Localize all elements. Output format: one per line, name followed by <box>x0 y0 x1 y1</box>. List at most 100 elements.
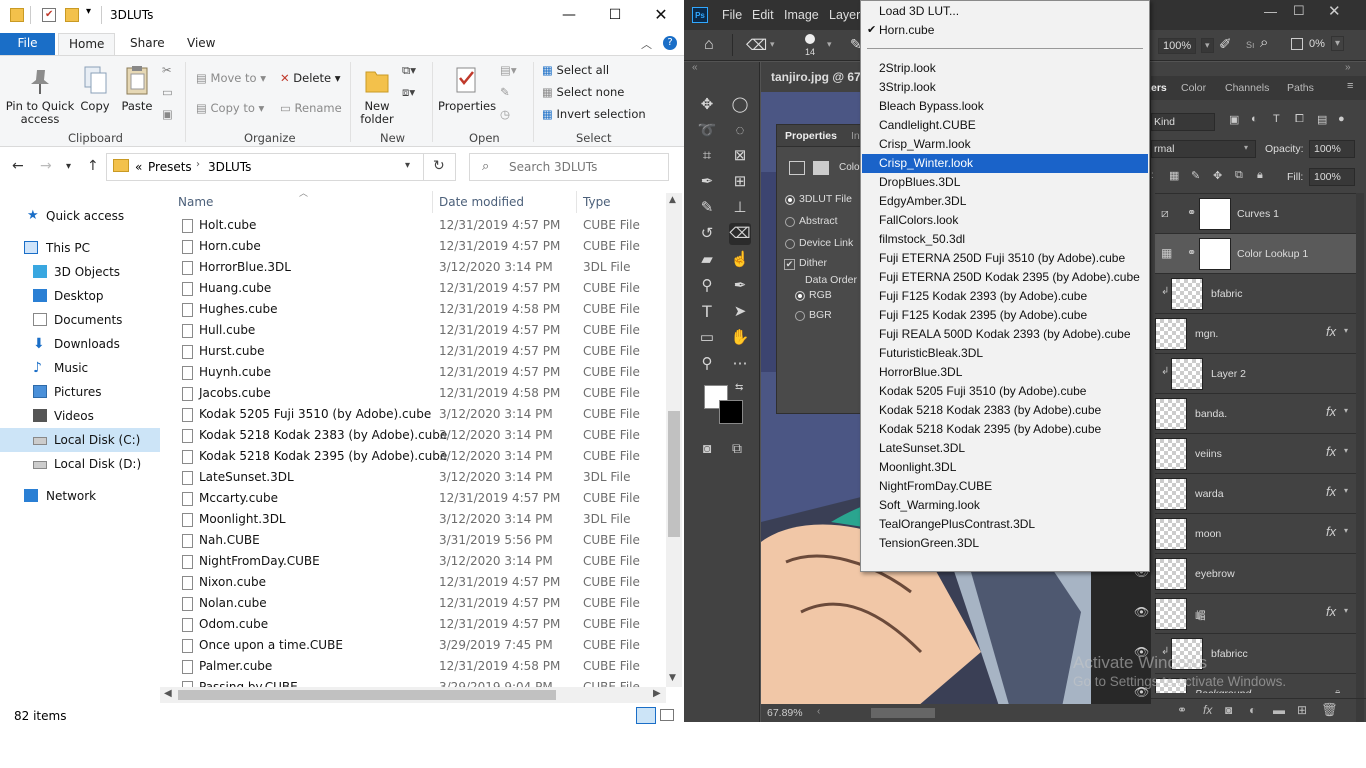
breadcrumb-presets[interactable]: Presets <box>148 160 192 174</box>
add-style-icon[interactable]: fx <box>1203 703 1212 717</box>
lasso-tool-icon[interactable]: ➰ <box>696 120 718 142</box>
new-group-icon[interactable]: ▬ <box>1273 703 1285 717</box>
qat-dropdown-icon[interactable]: ▾ <box>86 6 91 17</box>
search-input[interactable]: Search 3DLUTs <box>509 160 597 174</box>
layer-row[interactable]: ⧄ ⚭ Curves 1 <box>1155 193 1360 233</box>
lock-position-icon[interactable]: ✥ <box>1213 169 1222 182</box>
file-row[interactable]: Huynh.cube 12/31/2019 4:57 PM CUBE File <box>170 362 660 383</box>
filter-shape-icon[interactable]: ⧠ <box>1295 113 1304 126</box>
lut-menu-item[interactable]: Moonlight.3DL <box>862 458 1148 477</box>
ps-search-icon[interactable]: ⌕ <box>1260 34 1268 51</box>
quick-mask-icon[interactable]: ◙ <box>703 440 711 456</box>
breadcrumb-3dluts[interactable]: 3DLUTs <box>208 160 251 174</box>
file-row[interactable]: LateSunset.3DL 3/12/2020 3:14 PM 3DL File <box>170 467 660 488</box>
properties-icon[interactable]: ✔ <box>42 8 56 22</box>
scroll-right-icon[interactable]: ▶ <box>653 688 661 699</box>
lut-menu-item[interactable]: Fuji ETERNA 250D Fuji 3510 (by Adobe).cu… <box>862 249 1148 268</box>
expand-effects-icon[interactable]: ▾ <box>1344 406 1348 415</box>
canvas-h-scroll-thumb[interactable] <box>871 708 935 718</box>
file-row[interactable]: Once upon a time.CUBE 3/29/2019 7:45 PM CU… <box>170 635 660 656</box>
blend-mode-select[interactable]: rmal ▾ <box>1151 140 1256 158</box>
nav-local-disk-c[interactable]: Local Disk (C:) <box>0 428 160 452</box>
mask-icon[interactable] <box>813 161 829 175</box>
lut-menu-item[interactable]: Fuji F125 Kodak 2393 (by Adobe).cube <box>862 287 1148 306</box>
scroll-down-icon[interactable]: ▼ <box>669 673 676 683</box>
brush-dropdown-icon[interactable]: ▾ <box>827 39 832 50</box>
ps-close-button[interactable]: ✕ <box>1328 2 1341 20</box>
screen-mode-icon[interactable]: ⧉ <box>732 440 742 457</box>
history-brush-tool-icon[interactable]: ↺ <box>696 223 718 245</box>
select-none-button[interactable]: ▦ Select none <box>542 85 624 99</box>
radio-3dlut-file[interactable] <box>785 195 795 205</box>
radio-abstract[interactable] <box>785 217 795 227</box>
rectangle-tool-icon[interactable]: ▭ <box>696 327 718 349</box>
properties-tab[interactable]: Properties <box>785 130 837 142</box>
pen-tool-icon[interactable]: ✒ <box>729 275 751 297</box>
column-header-name[interactable]: Name <box>178 195 213 209</box>
tab-home[interactable]: Home <box>58 33 116 55</box>
up-button[interactable]: ↑ <box>87 158 99 174</box>
eraser-tool-icon[interactable]: ⌫ <box>746 36 767 54</box>
nav-videos[interactable]: Videos <box>0 404 160 428</box>
layer-thumbnail[interactable] <box>1155 478 1187 510</box>
layer-thumbnail[interactable] <box>1171 358 1203 390</box>
expand-effects-icon[interactable]: ▾ <box>1344 606 1348 615</box>
file-row[interactable]: NightFromDay.CUBE 3/12/2020 3:14 PM CUBE F… <box>170 551 660 572</box>
filter-smart-object-icon[interactable]: ▤ <box>1317 113 1327 126</box>
filter-adjustment-icon[interactable]: ◐ <box>1251 113 1258 125</box>
file-row[interactable]: Huang.cube 12/31/2019 4:57 PM CUBE File <box>170 278 660 299</box>
type-tool-icon[interactable]: T <box>696 301 718 323</box>
filter-kind-select[interactable]: Kind <box>1151 113 1215 131</box>
copy-to-button[interactable]: ▤ Copy to ▾ <box>196 101 264 115</box>
layer-thumbnail[interactable] <box>1155 438 1187 470</box>
tab-file[interactable]: File <box>0 33 55 55</box>
lut-menu-item[interactable]: Kodak 5218 Kodak 2383 (by Adobe).cube <box>862 401 1148 420</box>
fx-icon[interactable]: fx <box>1326 484 1336 499</box>
add-mask-icon[interactable]: ◙ <box>1225 703 1232 717</box>
nav-music[interactable]: ♪ Music <box>0 356 160 380</box>
layer-row[interactable]: ▦ ⚭ Color Lookup 1 <box>1155 233 1360 273</box>
layer-mask-thumbnail[interactable] <box>1199 238 1231 270</box>
fx-icon[interactable]: fx <box>1326 404 1336 419</box>
radio-rgb[interactable] <box>795 291 805 301</box>
frame-tool-icon[interactable]: ⊠ <box>729 145 751 167</box>
new-folder-icon[interactable] <box>65 8 79 22</box>
layer-row[interactable]: moon fx ▾ <box>1155 513 1360 553</box>
copy-path-icon[interactable]: ▭ <box>162 85 173 99</box>
lut-menu-item[interactable]: FuturisticBleak.3DL <box>862 344 1148 363</box>
layer-row[interactable]: mgn. fx ▾ <box>1155 313 1360 353</box>
ps-maximize-button[interactable]: ☐ <box>1293 3 1305 19</box>
more-tools-icon[interactable]: ⋯ <box>729 353 751 375</box>
scroll-up-icon[interactable]: ▲ <box>669 195 676 205</box>
smudge-tool-icon[interactable]: ☝ <box>729 249 751 271</box>
history-icon[interactable]: ◷ <box>500 107 510 121</box>
expand-effects-icon[interactable]: ▾ <box>1344 486 1348 495</box>
file-row[interactable]: Kodak 5205 Fuji 3510 (by Adobe).cube 3/12… <box>170 404 660 425</box>
file-row[interactable]: Jacobs.cube 12/31/2019 4:58 PM CUBE File <box>170 383 660 404</box>
collapse-ribbon-icon[interactable]: ︿ <box>641 36 652 52</box>
radio-bgr[interactable] <box>795 311 805 321</box>
file-row[interactable]: Nolan.cube 12/31/2019 4:57 PM CUBE File <box>170 593 660 614</box>
nav-this-pc[interactable]: This PC <box>0 236 160 260</box>
paste-shortcut-icon[interactable]: ▣ <box>162 107 173 121</box>
zoom-dropdown-icon[interactable]: ▾ <box>1201 38 1214 53</box>
maximize-button[interactable]: ☐ <box>592 0 638 31</box>
layer-thumbnail[interactable] <box>1155 558 1187 590</box>
copy-button[interactable]: Copy <box>78 64 112 113</box>
nav-desktop[interactable]: Desktop <box>0 284 160 308</box>
tab-color[interactable]: Color <box>1181 82 1206 94</box>
background-color-swatch[interactable] <box>719 400 743 424</box>
brush-preview-icon[interactable] <box>805 34 815 44</box>
fill-field[interactable]: 100% <box>1309 168 1355 186</box>
file-row[interactable]: HorrorBlue.3DL 3/12/2020 3:14 PM 3DL File <box>170 257 660 278</box>
new-folder-button[interactable]: New folder <box>356 64 398 126</box>
nav-3d-objects[interactable]: 3D Objects <box>0 260 160 284</box>
forward-button[interactable]: → <box>40 158 52 174</box>
lut-menu-item[interactable]: Crisp_Winter.look <box>862 154 1148 173</box>
path-select-tool-icon[interactable]: ➤ <box>729 301 751 323</box>
tab-view[interactable]: View <box>177 33 225 55</box>
file-row[interactable]: Nixon.cube 12/31/2019 4:57 PM CUBE File <box>170 572 660 593</box>
edit-icon[interactable]: ✎ <box>500 85 510 99</box>
properties-button[interactable]: Properties <box>438 64 496 113</box>
file-row[interactable]: Nah.CUBE 3/31/2019 5:56 PM CUBE File <box>170 530 660 551</box>
